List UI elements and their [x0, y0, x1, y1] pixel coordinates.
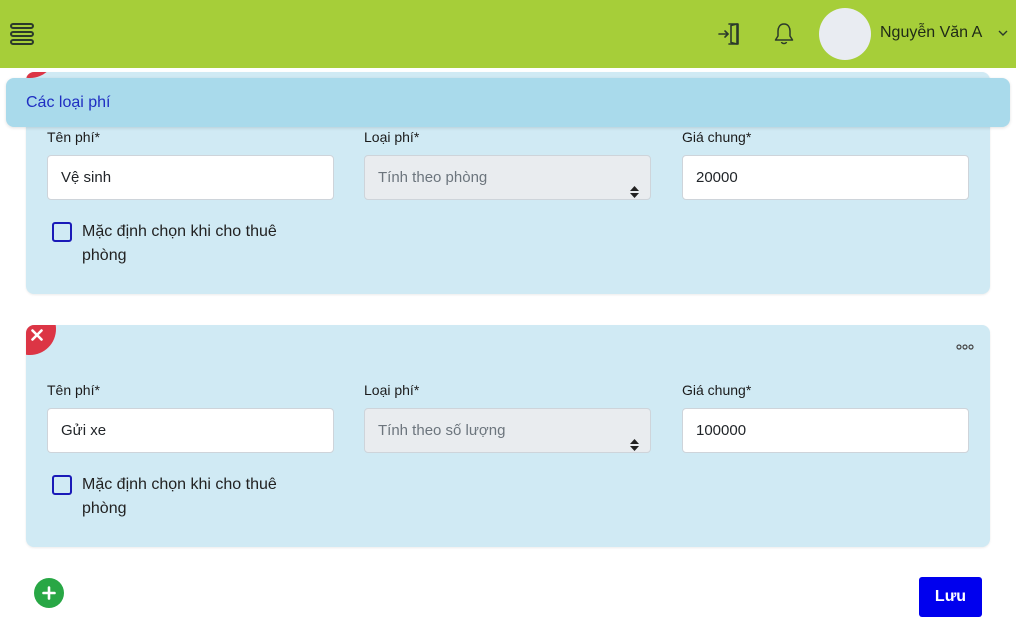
default-checkbox[interactable]: [52, 475, 72, 495]
top-header-bar: Nguyễn Văn A: [0, 0, 1016, 68]
chevron-down-icon[interactable]: [997, 26, 1009, 38]
plus-icon: [42, 586, 56, 600]
hamburger-icon[interactable]: [8, 20, 36, 48]
fee-type-value: Tính theo phòng: [378, 169, 488, 186]
delete-fee-button[interactable]: [26, 325, 56, 355]
select-arrows-icon: [630, 172, 639, 198]
default-checkbox-label: Mặc định chọn khi cho thuê phòng: [82, 223, 277, 264]
default-checkbox[interactable]: [52, 222, 72, 242]
user-avatar[interactable]: [819, 8, 871, 60]
fee-name-input[interactable]: Vệ sinh: [47, 155, 334, 200]
fee-price-label: Giá chung*: [682, 129, 752, 145]
add-fee-button[interactable]: [34, 578, 64, 608]
fee-type-label: Loại phí*: [364, 382, 420, 398]
user-name[interactable]: Nguyễn Văn A: [880, 24, 982, 42]
fee-type-select[interactable]: Tính theo số lượng: [364, 408, 651, 453]
fee-name-input[interactable]: Gửi xe: [47, 408, 334, 453]
default-checkbox-label: Mặc định chọn khi cho thuê phòng: [82, 476, 277, 517]
bell-icon[interactable]: [771, 21, 797, 47]
door-exit-icon[interactable]: [716, 20, 744, 48]
fee-name-label: Tên phí*: [47, 382, 100, 398]
close-icon: [31, 328, 43, 341]
fee-price-input[interactable]: 20000: [682, 155, 969, 200]
fee-name-label: Tên phí*: [47, 129, 100, 145]
section-title: Các loại phí: [26, 94, 111, 111]
section-header: Các loại phí: [6, 78, 1010, 127]
fee-price-input[interactable]: 100000: [682, 408, 969, 453]
select-arrows-icon: [630, 425, 639, 451]
fee-type-select[interactable]: Tính theo phòng: [364, 155, 651, 200]
more-dots-icon[interactable]: [956, 339, 974, 350]
fee-card-2: Tên phí* Gửi xe Loại phí* Tính theo số l…: [26, 325, 990, 547]
save-button[interactable]: Lưu: [919, 577, 982, 617]
fee-type-label: Loại phí*: [364, 129, 420, 145]
fee-price-label: Giá chung*: [682, 382, 752, 398]
fee-type-value: Tính theo số lượng: [378, 422, 506, 439]
